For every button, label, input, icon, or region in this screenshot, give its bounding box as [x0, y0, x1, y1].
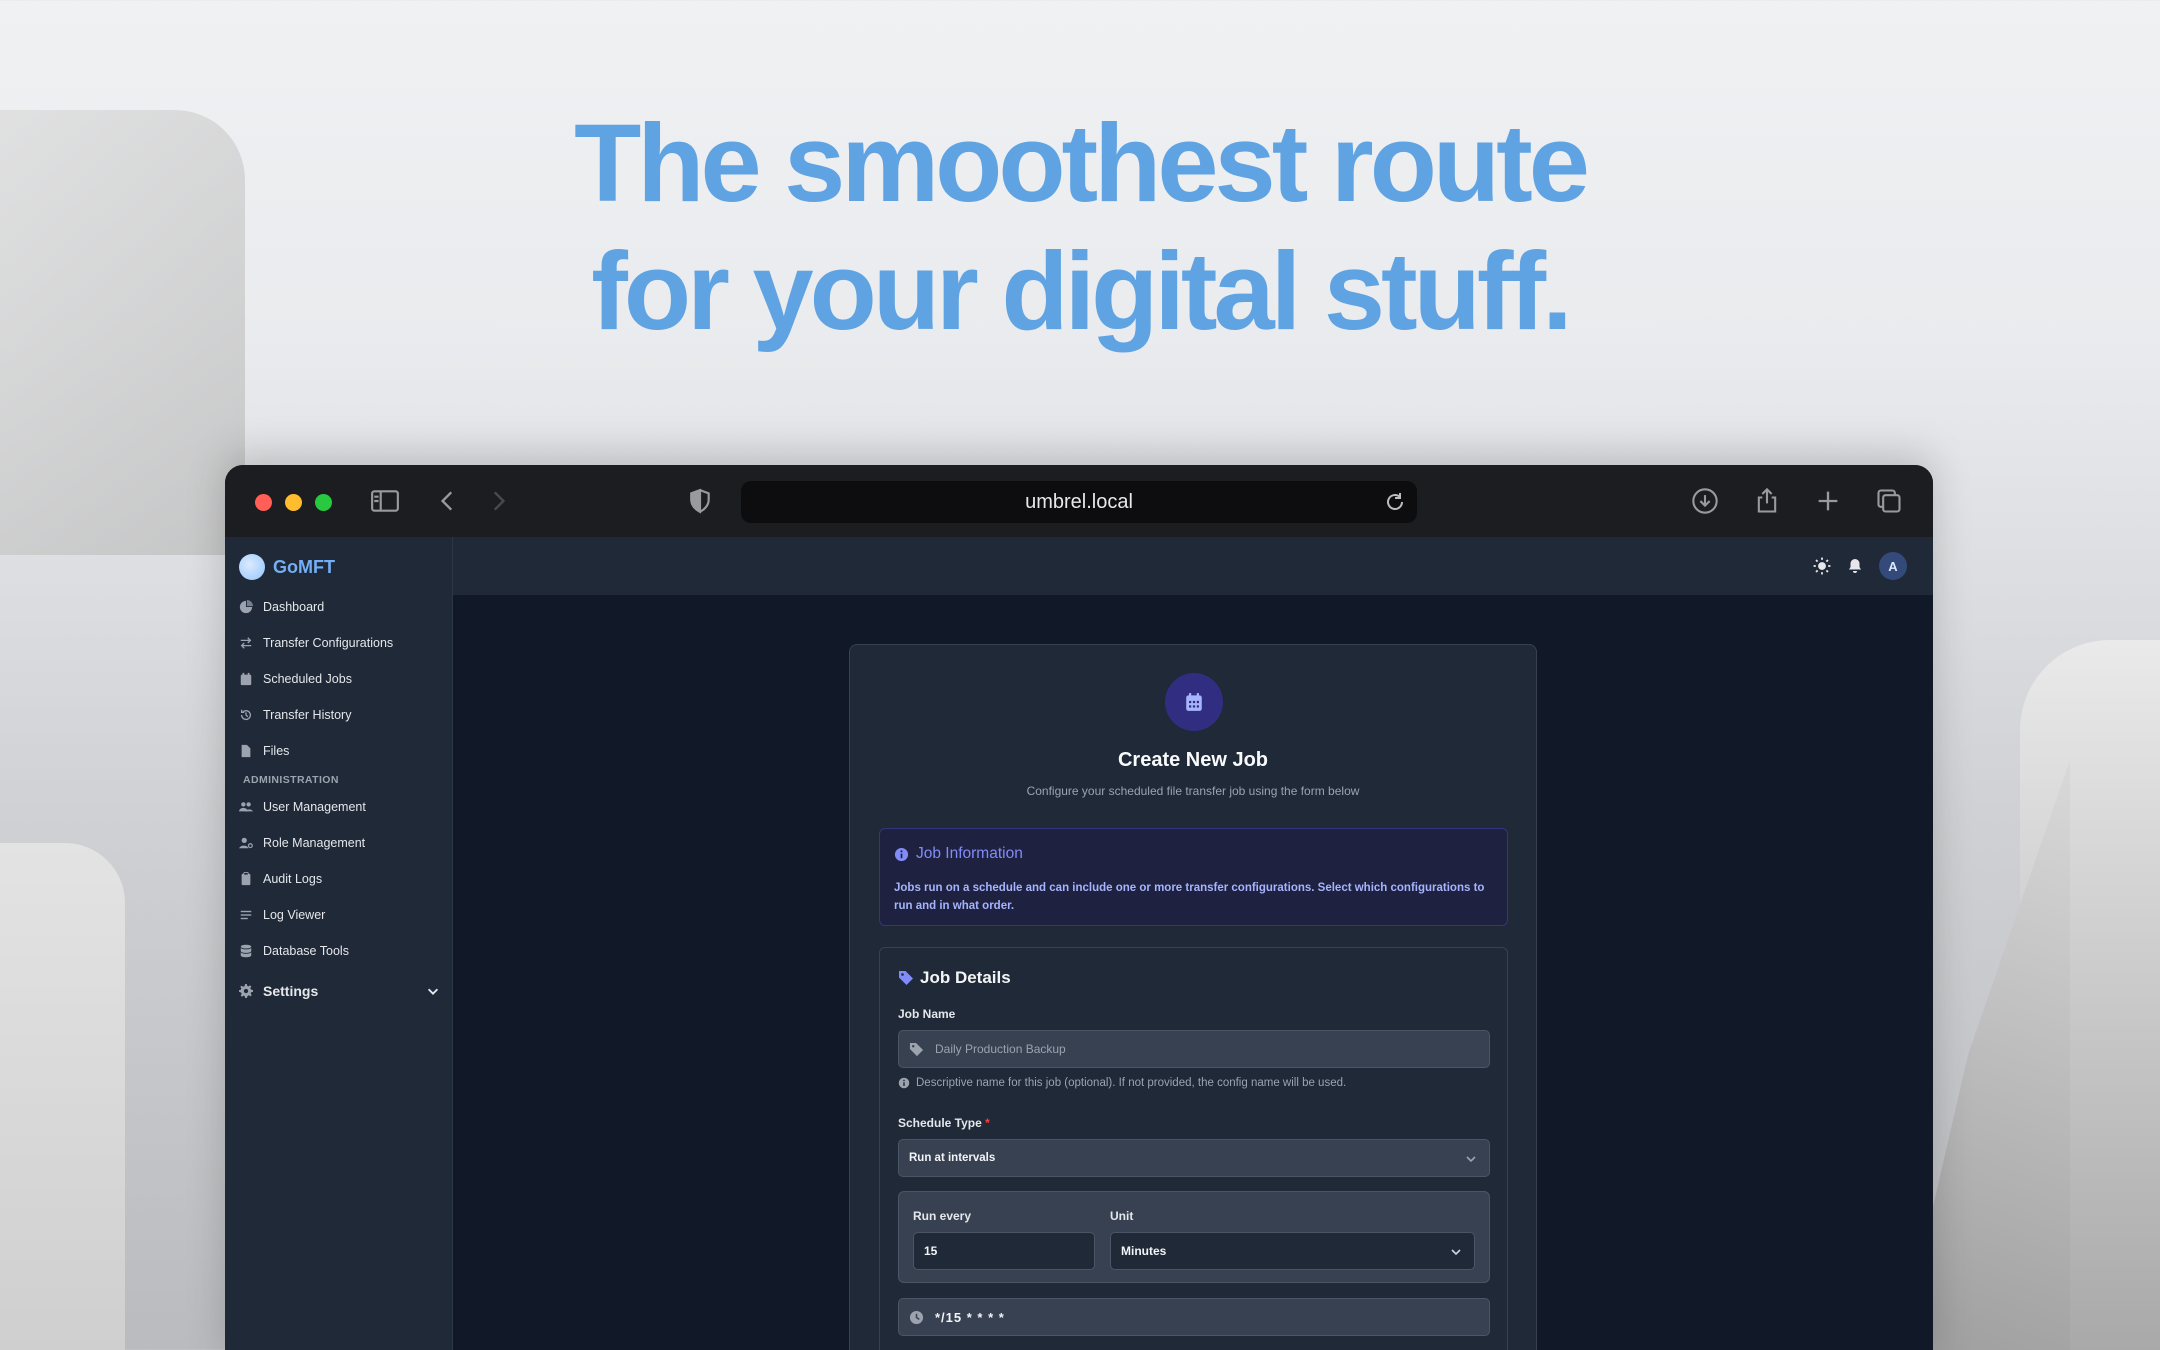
new-tab-icon[interactable] — [1813, 487, 1843, 515]
avatar[interactable]: A — [1879, 552, 1907, 580]
gomft-logo — [239, 554, 265, 580]
job-information-alert: Job Information Jobs run on a schedule a… — [879, 828, 1508, 926]
sidebar-item-role-management[interactable]: Role Management — [225, 825, 452, 861]
sidebar-item-label: Transfer History — [263, 708, 352, 722]
file-icon — [239, 744, 253, 758]
details-title: Job Details — [920, 968, 1011, 987]
close-window-button[interactable] — [255, 494, 272, 511]
sidebar-item-label: Dashboard — [263, 600, 325, 614]
hero-line-2: for your digital stuff. — [591, 230, 1572, 353]
share-icon[interactable] — [1752, 487, 1782, 515]
brand-name: GoMFT — [273, 556, 335, 577]
required-marker: * — [985, 1116, 990, 1130]
tabs-overview-icon[interactable] — [1874, 487, 1904, 515]
browser-toolbar: umbrel.local — [225, 465, 1933, 537]
calendar-icon — [239, 672, 253, 686]
page-title: Create New Job — [1117, 749, 1269, 771]
chevron-down-icon — [426, 984, 440, 998]
create-job-card: Create New Job Configure your scheduled … — [849, 644, 1537, 1350]
schedule-type-label-text: Schedule Type — [898, 1116, 982, 1130]
sidebar-item-settings[interactable]: Settings — [225, 973, 452, 1009]
address-bar[interactable]: umbrel.local — [741, 481, 1417, 523]
background-shape — [0, 843, 125, 1350]
unit-value: Minutes — [1121, 1244, 1167, 1258]
sidebar-toggle-icon[interactable] — [370, 487, 400, 515]
sidebar-item-transfer-history[interactable]: Transfer History — [225, 697, 452, 733]
page-subtitle: Configure your scheduled file transfer j… — [1026, 784, 1360, 798]
brand[interactable]: GoMFT — [225, 537, 452, 597]
gear-icon — [239, 984, 253, 998]
sidebar-item-transfer-configurations[interactable]: Transfer Configurations — [225, 625, 452, 661]
info-title: Job Information — [916, 845, 1023, 862]
run-every-input[interactable]: 15 — [913, 1232, 1095, 1270]
sidebar-section-administration: ADMINISTRATION — [243, 774, 339, 786]
clipboard-icon — [239, 872, 253, 886]
chevron-down-icon — [1450, 1246, 1462, 1258]
sidebar-item-log-viewer[interactable]: Log Viewer — [225, 897, 452, 933]
run-every-value: 15 — [924, 1244, 938, 1258]
back-icon[interactable] — [435, 487, 461, 515]
clock-icon — [909, 1310, 924, 1325]
history-icon — [239, 708, 253, 722]
sidebar-item-user-management[interactable]: User Management — [225, 789, 452, 825]
tag-icon — [909, 1042, 924, 1057]
shield-icon[interactable] — [687, 487, 713, 515]
interval-settings: Run every 15 Unit Minutes — [898, 1191, 1490, 1283]
sidebar-item-label: Database Tools — [263, 944, 349, 958]
unit-label: Unit — [1110, 1209, 1134, 1223]
maximize-window-button[interactable] — [315, 494, 332, 511]
reload-icon[interactable] — [1383, 490, 1407, 514]
sidebar-item-label: Transfer Configurations — [263, 636, 394, 650]
list-icon — [239, 908, 253, 922]
info-header: Job Information — [894, 845, 1493, 863]
sidebar-item-label: Scheduled Jobs — [263, 672, 352, 686]
job-name-hint: Descriptive name for this job (optional)… — [898, 1077, 1346, 1089]
schedule-type-value: Run at intervals — [909, 1152, 996, 1164]
bell-icon[interactable] — [1847, 558, 1863, 574]
schedule-type-select[interactable]: Run at intervals — [898, 1139, 1490, 1177]
sidebar-item-database-tools[interactable]: Database Tools — [225, 933, 452, 969]
tag-icon — [898, 970, 914, 986]
theme-toggle-icon[interactable] — [1813, 557, 1831, 575]
transfer-icon — [239, 636, 253, 650]
sidebar-item-label: Role Management — [263, 836, 366, 850]
sidebar-item-label: Settings — [263, 983, 319, 999]
calendar-icon — [1165, 673, 1223, 731]
chevron-down-icon — [1465, 1153, 1477, 1165]
sidebar-item-label: Audit Logs — [263, 872, 323, 886]
job-name-input[interactable]: Daily Production Backup — [898, 1030, 1490, 1068]
sidebar: GoMFT Dashboard Transfer Configurations … — [225, 537, 453, 1350]
schedule-type-label: Schedule Type * — [898, 1116, 990, 1130]
run-every-label: Run every — [913, 1209, 972, 1223]
job-name-label: Job Name — [898, 1007, 956, 1021]
database-icon — [239, 944, 253, 958]
hero-line-1: The smoothest route — [574, 102, 1590, 225]
hero-headline: The smoothest route for your digital stu… — [0, 100, 2160, 356]
info-icon — [894, 847, 909, 862]
dashboard-icon — [239, 600, 253, 614]
user-cog-icon — [239, 836, 253, 850]
unit-select[interactable]: Minutes — [1110, 1232, 1475, 1270]
job-name-placeholder: Daily Production Backup — [935, 1042, 1066, 1056]
hint-text: Descriptive name for this job (optional)… — [916, 1077, 1347, 1089]
sidebar-item-dashboard[interactable]: Dashboard — [225, 589, 452, 625]
users-icon — [239, 800, 253, 814]
sidebar-item-label: Log Viewer — [263, 908, 326, 922]
section-heading: Job Details — [898, 968, 1011, 988]
info-body: Jobs run on a schedule and can include o… — [894, 882, 1485, 912]
minimize-window-button[interactable] — [285, 494, 302, 511]
forward-icon[interactable] — [485, 487, 511, 515]
cron-expression-field[interactable]: */15 * * * * — [898, 1298, 1490, 1336]
download-icon[interactable] — [1690, 487, 1720, 515]
app-topbar: A — [453, 537, 1933, 595]
sidebar-item-audit-logs[interactable]: Audit Logs — [225, 861, 452, 897]
info-icon — [898, 1077, 910, 1089]
job-details-section: Job Details Job Name Daily Production Ba… — [879, 947, 1508, 1350]
sidebar-item-label: Files — [263, 744, 290, 758]
cron-value: */15 * * * * — [935, 1309, 1005, 1325]
address-url: umbrel.local — [1025, 490, 1133, 513]
sidebar-item-scheduled-jobs[interactable]: Scheduled Jobs — [225, 661, 452, 697]
sidebar-item-files[interactable]: Files — [225, 733, 452, 769]
sidebar-item-label: User Management — [263, 800, 366, 814]
